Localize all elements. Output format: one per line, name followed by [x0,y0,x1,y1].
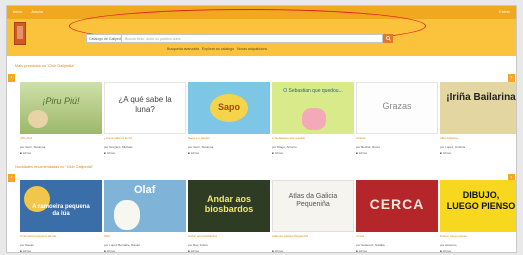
book-icon: ■ [356,151,358,155]
book-format: ■Libros [440,249,451,253]
catalog-select[interactable]: Catalogo de Galipedia [86,34,122,43]
book-icon: ■ [440,249,442,253]
book-cover[interactable]: O Sebastian que quedou... [272,82,354,134]
book-title[interactable]: Andar aos biosbardos [188,234,217,238]
book-author: por Lopez Bernabe, Daniel [104,243,140,247]
cover-text: DIBUJO, LUEGO PIENSO [446,190,516,211]
book-author: por Diago, Antonio [272,145,297,149]
search-button[interactable] [383,34,393,43]
book-format: ■Libros [188,151,199,155]
book-author: por Isern, Susanna [188,145,214,149]
chevron-right-icon[interactable]: › [508,74,515,82]
book-icon: ■ [188,151,190,155]
book-title[interactable]: ¡Piru Piú! [20,136,32,140]
book-cover[interactable]: ¡Iriña Bailarina [440,82,516,134]
advanced-search-link[interactable]: Busqueda avanzada [167,47,199,51]
book-title[interactable]: A ramoeira pequena da lúa [20,234,56,238]
shelf-recommended: A ramoeira pequena da lúa A ramoeira peq… [20,180,516,253]
book-cover[interactable]: CERCA [356,180,438,232]
book-cover[interactable]: Andar aos biosbardos [188,180,270,232]
book-title[interactable]: Iriña bailarina [440,136,458,140]
book-author: por Navas [20,243,34,247]
book-cover[interactable]: A ramoeira pequena da lúa [20,180,102,232]
book-icon: ■ [356,249,358,253]
chevron-left-icon[interactable]: ‹ [8,174,15,182]
book-icon: ■ [188,249,190,253]
cover-text: ¡Piru Piú! [42,96,80,106]
cover-text: Olaf [134,184,156,196]
book-title[interactable]: Olaf [104,234,110,238]
top-nav: Inicio Axuda [13,9,43,14]
book-format: ■Libros [440,151,451,155]
book-author: por Isern, Susanna [20,145,46,149]
book-title[interactable]: Atlas da Galicia Pequeniña [272,234,308,238]
book-icon: ■ [104,151,106,155]
book-format: ■Libros [104,151,115,155]
book-icon: ■ [20,249,22,253]
cover-text: A ramoeira pequena da lúa [32,204,90,217]
book-author: por Lopez, Cristina [440,145,466,149]
book-format: ■Libros [104,249,115,253]
book-icon: ■ [272,151,274,155]
nav-link-help[interactable]: Axuda [31,9,42,14]
book-format: ■Libros [272,151,283,155]
book-author: por Bechar, Rocío [356,145,381,149]
book-cover[interactable]: Sapo [188,82,270,134]
book-title[interactable]: Grazas [356,136,366,140]
new-acquisitions-link[interactable]: Novas adquisicions [237,47,267,51]
book-format: ■Libros [356,151,367,155]
book-format: ■Libros [272,249,283,253]
nav-link-home[interactable]: Inicio [13,9,22,14]
book-author: por Ascenso [440,243,457,247]
book-format: ■Libros [188,249,199,253]
browser-viewport: Inicio Axuda Entrar Catalogo de Galipedi… [6,5,517,253]
book-title[interactable]: O Sebastian que quedou [272,136,305,140]
shelf-most-borrowed: ¡Piru Piú! ¡Piru Piú! por Isern, Susanna… [20,82,516,160]
cover-text: Sapo [217,102,240,112]
browse-catalog-link[interactable]: Explorar ao catalogo [202,47,234,51]
book-title[interactable]: Cerca [356,234,364,238]
section-title-recommended: Novidades recomendadas no "Club Galipedi… [15,165,94,169]
library-logo[interactable] [14,22,26,45]
chevron-left-icon[interactable]: ‹ [8,74,15,82]
book-format: ■Libros [356,249,367,253]
book-cover[interactable]: ¿A qué sabe la luna? [104,82,186,134]
book-icon: ■ [440,151,442,155]
book-cover[interactable]: Olaf [104,180,186,232]
search-input[interactable]: Buscar titulo, autor ou palabra clave [122,34,383,43]
book-author: por Grejniec, Michael [104,145,133,149]
cover-text: ¡Iriña Bailarina [446,92,516,103]
cover-text: O Sebastian que quedou... [283,88,343,94]
book-title[interactable]: Sapo e o paxaro [188,136,210,140]
book-cover[interactable]: DIBUJO, LUEGO PIENSO [440,180,516,232]
book-cover[interactable]: Atlas da Galicia Pequeniña [272,180,354,232]
search-links: Busqueda avanzada Explorar ao catalogo N… [167,47,267,51]
book-author: por Gutierrez, Natalia [356,243,385,247]
cover-text: ¿A qué sabe la luna? [118,95,172,114]
cover-text: CERCA [369,196,425,212]
cover-text: Andar aos biosbardos [204,194,254,214]
book-author: por Rey, Arturo [188,243,208,247]
book-cover[interactable]: Grazas [356,82,438,134]
book-format: ■Libros [20,249,31,253]
book-cover[interactable]: ¡Piru Piú! [20,82,102,134]
magnifier-icon [385,36,391,41]
book-format: ■Libros [20,151,31,155]
book-title[interactable]: ¿A qué sabe la luna? [104,136,132,140]
book-icon: ■ [20,151,22,155]
cover-text: Grazas [382,101,412,111]
user-login-link[interactable]: Entrar [499,9,510,14]
search-bar: Catalogo de Galipedia Buscar titulo, aut… [86,34,393,43]
book-icon: ■ [104,249,106,253]
book-icon: ■ [272,249,274,253]
book-title[interactable]: Dibujo, luego pienso [440,234,467,238]
cover-text: Atlas da Galicia Pequeniña [288,193,338,208]
section-title-most-borrowed: Mais prestados no "Club Galipedia" [15,64,75,68]
